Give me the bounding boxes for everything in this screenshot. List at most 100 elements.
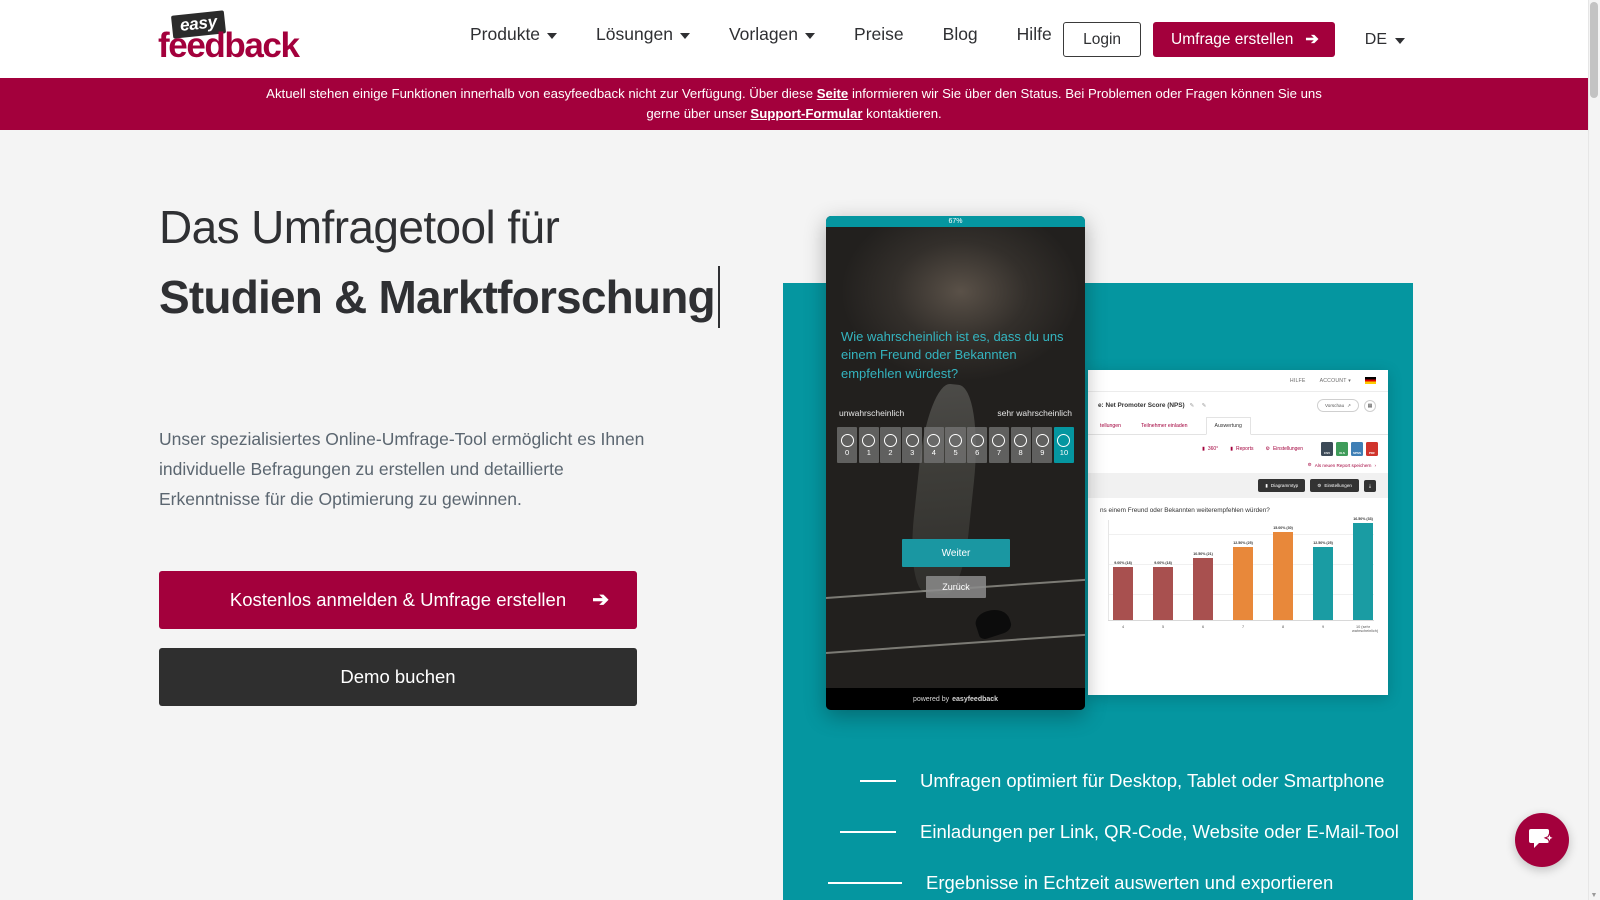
dashboard-survey-title: e: Net Promoter Score (NPS) [1098, 402, 1185, 409]
toolbar-360-button[interactable]: ▮ 360° [1202, 446, 1218, 452]
nav-item-produkte[interactable]: Produkte [470, 25, 558, 44]
nav-item-hilfe[interactable]: Hilfe [1017, 25, 1052, 44]
nps-option-7[interactable]: 7 [988, 427, 1009, 463]
toolbar-reports-button[interactable]: ▮ Reports [1230, 446, 1253, 452]
bar-value-label: 10.50% (21) [1193, 552, 1213, 556]
nps-option-6[interactable]: 6 [967, 427, 988, 463]
dashboard-help-link[interactable]: HILFE [1290, 378, 1306, 384]
radio-icon [1014, 433, 1028, 447]
nps-scale: 0 1 2 3 4 5 6 7 8 9 10 [837, 427, 1075, 463]
create-survey-button[interactable]: Umfrage erstellen ➔ [1153, 22, 1335, 58]
chart-bar-icon: ▮ [1230, 446, 1233, 452]
scale-label-low: unwahrscheinlich [839, 408, 905, 418]
y-axis [1108, 520, 1109, 621]
export-xls-icon[interactable]: XLS [1336, 442, 1348, 456]
dash-icon [840, 831, 896, 833]
language-selector[interactable]: DE [1365, 31, 1405, 49]
nav-label: Vorlagen [728, 24, 799, 44]
feature-item: Umfragen optimiert für Desktop, Tablet o… [828, 770, 1428, 792]
page-scrollbar[interactable]: ▲ ▼ [1588, 0, 1600, 900]
radio-icon [992, 433, 1006, 447]
feature-label: Einladungen per Link, QR-Code, Website o… [920, 821, 1399, 842]
nps-option-8[interactable]: 8 [1010, 427, 1031, 463]
banner-text-3: kontaktieren. [862, 106, 942, 121]
export-spss-icon[interactable]: SPSS [1351, 442, 1363, 456]
radio-icon [840, 433, 854, 447]
x-axis [1108, 620, 1374, 621]
nav-item-vorlagen[interactable]: Vorlagen [728, 24, 816, 44]
site-header: easy feedback Produkte Lösungen Vorlagen… [0, 0, 1588, 78]
nps-option-label: 5 [953, 447, 958, 457]
bar-group: 16.50% (33) [1352, 517, 1374, 620]
bar [1313, 547, 1333, 620]
login-button[interactable]: Login [1063, 22, 1142, 58]
tab-teilnehmer-einladen[interactable]: Teilnehmer einladen [1139, 418, 1189, 434]
survey-progress-label: 67% [948, 218, 963, 225]
dashboard-account-menu[interactable]: ACCOUNT ▾ [1320, 378, 1351, 384]
chart-settings-label: Einstellungen [1324, 483, 1352, 488]
feature-item: Ergebnisse in Echtzeit auswerten und exp… [828, 872, 1428, 894]
radio-icon [970, 433, 984, 447]
bar-value-label: 16.50% (33) [1353, 517, 1373, 521]
grid-view-button[interactable]: ▦ [1364, 399, 1376, 412]
create-survey-label: Umfrage erstellen [1171, 31, 1294, 48]
save-report-label: Als neuen Report speichern [1314, 462, 1372, 468]
chart-type-label: Diagrammtyp [1270, 483, 1299, 488]
bar-group: 9.00% (18) [1152, 561, 1174, 620]
status-banner-text: Aktuell stehen einige Funktionen innerha… [260, 84, 1328, 125]
nps-option-1[interactable]: 1 [858, 427, 879, 463]
nps-option-10[interactable]: 10 [1053, 427, 1075, 463]
nps-option-label: 8 [1018, 447, 1023, 457]
chart-type-button[interactable]: ▮ Diagrammtyp [1258, 479, 1306, 492]
chart-bar-icon: ▮ [1265, 482, 1268, 488]
chart-download-button[interactable]: ⤓ [1363, 479, 1376, 492]
chevron-right-icon: › [1374, 462, 1376, 468]
survey-question: Wie wahrscheinlich ist es, dass du uns e… [841, 329, 1064, 381]
page-title-line-2: Studien & Marktforschung [159, 271, 716, 324]
book-demo-button[interactable]: Demo buchen [159, 647, 637, 706]
scrollbar-thumb[interactable] [1590, 2, 1598, 98]
scroll-down-icon[interactable]: ▼ [1590, 892, 1598, 899]
signup-create-survey-button[interactable]: Kostenlos anmelden & Umfrage erstellen ➔ [159, 570, 637, 629]
export-pdf-icon[interactable]: PDF [1366, 442, 1378, 456]
gear-icon: ⚙ [1317, 482, 1322, 488]
nps-option-5[interactable]: 5 [945, 427, 966, 463]
nps-option-label: 7 [996, 447, 1001, 457]
chat-widget-button[interactable] [1515, 813, 1569, 867]
bar-group: 10.50% (21) [1192, 552, 1214, 620]
nav-item-preise[interactable]: Preise [854, 25, 904, 44]
survey-next-button[interactable]: Weiter [902, 539, 1010, 567]
toolbar-settings-button[interactable]: ⚙ Einstellungen [1265, 446, 1303, 452]
tab-einstellungen[interactable]: tellungen [1098, 418, 1123, 434]
export-buttons: CSV XLS SPSS PDF [1321, 442, 1378, 456]
preview-button[interactable]: Vorschau ↗ [1316, 399, 1359, 412]
nav-item-blog[interactable]: Blog [943, 25, 978, 44]
nps-option-0[interactable]: 0 [837, 427, 858, 463]
signup-create-survey-label: Kostenlos anmelden & Umfrage erstellen [229, 588, 567, 610]
edit-pencil-icon[interactable]: ✎ ✎ [1190, 403, 1210, 409]
x-tick-label: 7 [1241, 624, 1245, 629]
tab-auswertung[interactable]: Auswertung [1205, 417, 1251, 435]
nps-option-2[interactable]: 2 [880, 427, 901, 463]
nps-option-9[interactable]: 9 [1032, 427, 1053, 463]
chart-question-title: ns einem Freund oder Bekannten weiteremp… [1100, 507, 1270, 514]
flag-de-icon[interactable] [1365, 377, 1376, 384]
logo-wordmark: feedback [158, 26, 300, 65]
nps-option-4[interactable]: 4 [923, 427, 944, 463]
nps-option-label: 0 [845, 447, 850, 457]
banner-link-support-formular[interactable]: Support-Formular [750, 106, 862, 121]
export-csv-icon[interactable]: CSV [1321, 442, 1333, 456]
radio-icon [1057, 433, 1071, 447]
powered-by-label: powered by [912, 695, 950, 703]
banner-link-seite[interactable]: Seite [817, 86, 849, 101]
logo[interactable]: easy feedback [158, 10, 300, 65]
nps-option-3[interactable]: 3 [902, 427, 923, 463]
nav-item-loesungen[interactable]: Lösungen [596, 25, 690, 44]
nps-option-label: 2 [888, 447, 893, 457]
survey-back-button[interactable]: Zurück [926, 576, 986, 598]
chart-settings-button[interactable]: ⚙ Einstellungen [1310, 479, 1359, 492]
bar [1273, 532, 1293, 620]
bar [1353, 523, 1373, 620]
save-report-link[interactable]: ⚙ Als neuen Report speichern › [1088, 462, 1388, 473]
bar-value-label: 15.00% (30) [1273, 526, 1293, 530]
